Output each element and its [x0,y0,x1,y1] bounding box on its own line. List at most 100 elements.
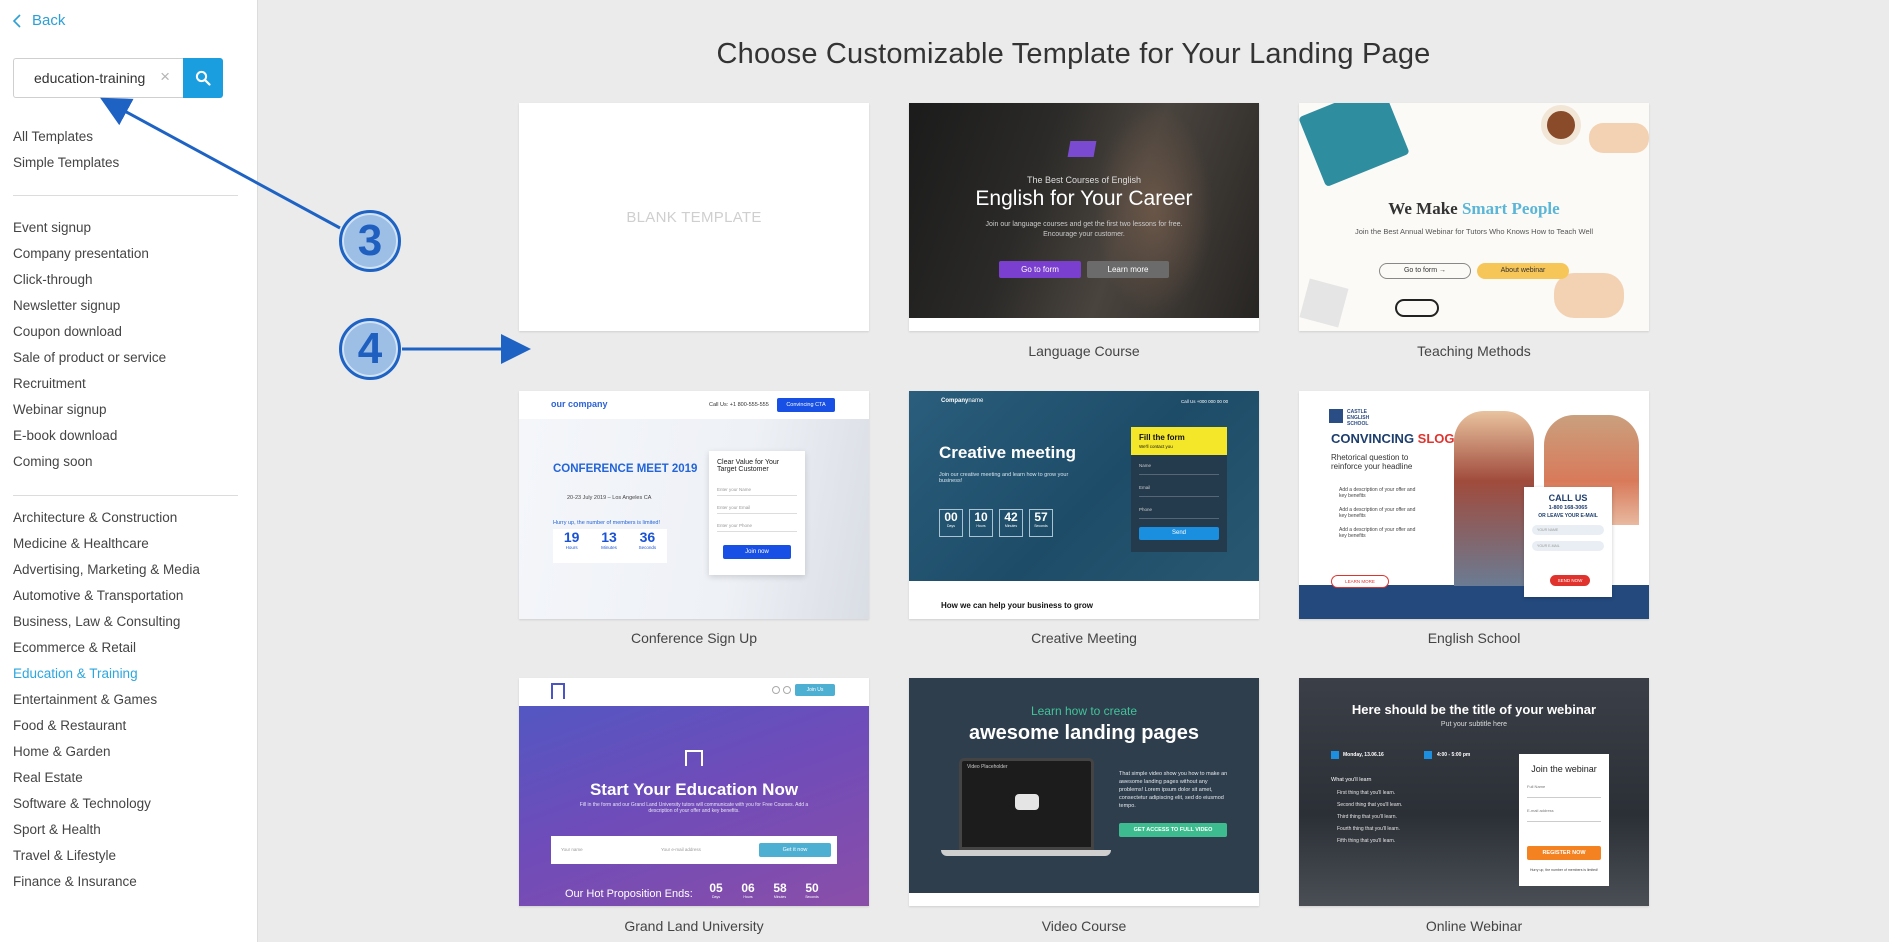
nav-item-architecture[interactable]: Architecture & Construction [13,508,238,534]
countdown-cell: 00 Days [939,509,963,537]
countdown-value: 00 [944,510,958,524]
nav-item-entertainment[interactable]: Entertainment & Games [13,690,238,716]
thumb-phone: Call Us +000 000 00 00 [1181,399,1229,404]
clock-icon [1424,751,1432,759]
back-label: Back [32,12,66,29]
graduation-cap-icon [1067,141,1097,157]
thumb-headline: awesome landing pages [968,722,1200,744]
page-title: Choose Customizable Template for Your La… [716,38,1431,70]
countdown-unit: Seconds [1034,524,1048,528]
nav-item-sale[interactable]: Sale of product or service [13,348,238,374]
nav-item-company-presentation[interactable]: Company presentation [13,244,238,270]
template-thumbnail: We Make Smart People Join the Best Annua… [1299,103,1649,331]
thumb-form-field: YOUR NAME [1532,525,1604,535]
thumb-bullet: Add a description of your offer and key … [1339,487,1416,499]
nav-item-business[interactable]: Business, Law & Consulting [13,612,238,638]
nav-item-event-signup[interactable]: Event signup [13,218,238,244]
template-thumbnail: Learn how to create awesome landing page… [909,678,1259,906]
nav-item-medicine[interactable]: Medicine & Healthcare [13,534,238,560]
thumb-form: Join the webinar Full Name E-mail addres… [1519,754,1609,886]
thumb-list-item: Fourth thing that you'll learn. [1337,826,1400,832]
template-card-conference-sign-up[interactable]: our company Call Us: +1 800-555-555 Conv… [519,391,869,619]
template-card-teaching-methods[interactable]: We Make Smart People Join the Best Annua… [1299,103,1649,331]
clear-icon[interactable]: × [160,67,170,87]
thumb-date: Monday, 13.06.16 [1343,752,1384,758]
thumb-button: Go to form → [1379,263,1471,279]
thumb-button: GET ACCESS TO FULL VIDEO [1119,823,1227,837]
thumb-list-item: Third thing that you'll learn. [1337,814,1397,820]
template-card-blank[interactable]: BLANK TEMPLATE [519,103,869,331]
thumb-subtitle: Join the Best Annual Webinar for Tutors … [1354,227,1594,236]
thumb-logo: our company [551,399,608,409]
thumb-headline: CONFERENCE MEET 2019 [553,463,698,475]
template-label: English School [1427,630,1521,646]
calendar-icon [1331,751,1339,759]
template-thumbnail: The Best Courses of English English for … [909,103,1259,331]
nav-item-travel[interactable]: Travel & Lifestyle [13,846,238,872]
nav-item-newsletter-signup[interactable]: Newsletter signup [13,296,238,322]
countdown-cell: 06 Hours [737,881,759,899]
thumb-body: Join our language courses and get the fi… [985,221,1183,228]
nav-item-simple-templates[interactable]: Simple Templates [13,153,238,179]
nav-item-webinar-signup[interactable]: Webinar signup [13,400,238,426]
back-link[interactable]: Back [12,12,65,29]
nav-item-ebook-download[interactable]: E-book download [13,426,238,452]
template-card-online-webinar[interactable]: Here should be the title of your webinar… [1299,678,1649,906]
nav-item-software[interactable]: Software & Technology [13,794,238,820]
chevron-left-icon [12,13,21,28]
nav-item-recruitment[interactable]: Recruitment [13,374,238,400]
nav-item-all-templates[interactable]: All Templates [13,127,238,153]
thumb-form-title: Join the webinar [1531,764,1597,774]
thumb-bullet: Add a description of your offer and key … [1339,507,1416,519]
template-card-video-course[interactable]: Learn how to create awesome landing page… [909,678,1259,906]
thumb-form-title: CALL US [1548,493,1588,503]
countdown-value: 57 [1034,510,1048,524]
countdown-cell: 42 Minutes [999,509,1023,537]
photo-person [1454,411,1534,586]
search-button[interactable] [183,58,223,98]
nav-item-coupon-download[interactable]: Coupon download [13,322,238,348]
nav-item-advertising[interactable]: Advertising, Marketing & Media [13,560,238,586]
template-label: Language Course [1028,343,1140,359]
nav-item-real-estate[interactable]: Real Estate [13,768,238,794]
countdown-cell: 13 Minutes [601,529,617,563]
countdown-value: 06 [741,881,755,895]
thumb-headline-part: CONVINCING [1331,431,1418,446]
template-card-creative-meeting[interactable]: Companyname Call Us +000 000 00 00 Creat… [909,391,1259,619]
nav-item-home-garden[interactable]: Home & Garden [13,742,238,768]
search-input[interactable] [34,59,159,97]
nav-item-coming-soon[interactable]: Coming soon [13,452,238,478]
countdown-value: 50 [805,881,819,895]
nav-item-sport[interactable]: Sport & Health [13,820,238,846]
thumb-button: Join Us [795,684,835,696]
thumb-form-title: Clear Value for Your Target Customer [717,459,780,473]
template-card-language-course[interactable]: The Best Courses of English English for … [909,103,1259,331]
template-card-grand-land-university[interactable]: Join Us Start Your Education Now Fill in… [519,678,869,906]
hand-illustration [1589,123,1649,153]
nav-item-click-through[interactable]: Click-through [13,270,238,296]
search-icon [195,70,211,86]
thumb-list-item: Fifth thing that you'll learn. [1337,838,1396,844]
template-thumbnail: Join Us Start Your Education Now Fill in… [519,678,869,906]
template-thumbnail: Here should be the title of your webinar… [1299,678,1649,906]
nav-item-finance[interactable]: Finance & Insurance [13,872,238,898]
nav-item-ecommerce[interactable]: Ecommerce & Retail [13,638,238,664]
nav-item-education[interactable]: Education & Training [13,664,238,690]
countdown-value: 36 [639,529,656,545]
thumb-footer [909,581,1259,619]
template-card-english-school[interactable]: CASTLE ENGLISH SCHOOL CONVINCING SLOGAN … [1299,391,1649,619]
countdown-cell: 19 Hours [564,529,580,563]
thumb-form: Clear Value for Your Target Customer Ent… [709,451,805,575]
countdown-unit: Days [947,524,955,528]
countdown-cell: 57 Seconds [1029,509,1053,537]
thumb-footer [909,893,1259,906]
nav-item-food[interactable]: Food & Restaurant [13,716,238,742]
countdown-value: 13 [601,529,617,545]
thumb-list-title: What you'll learn [1331,777,1372,783]
countdown-unit: Seconds [805,895,819,899]
thumb-form-field: Your name [561,847,583,852]
thumb-form-field: Your e-mail address [661,847,701,852]
template-label: Online Webinar [1425,918,1523,934]
nav-item-automotive[interactable]: Automotive & Transportation [13,586,238,612]
thumb-headline-part: We Make [1388,199,1462,218]
